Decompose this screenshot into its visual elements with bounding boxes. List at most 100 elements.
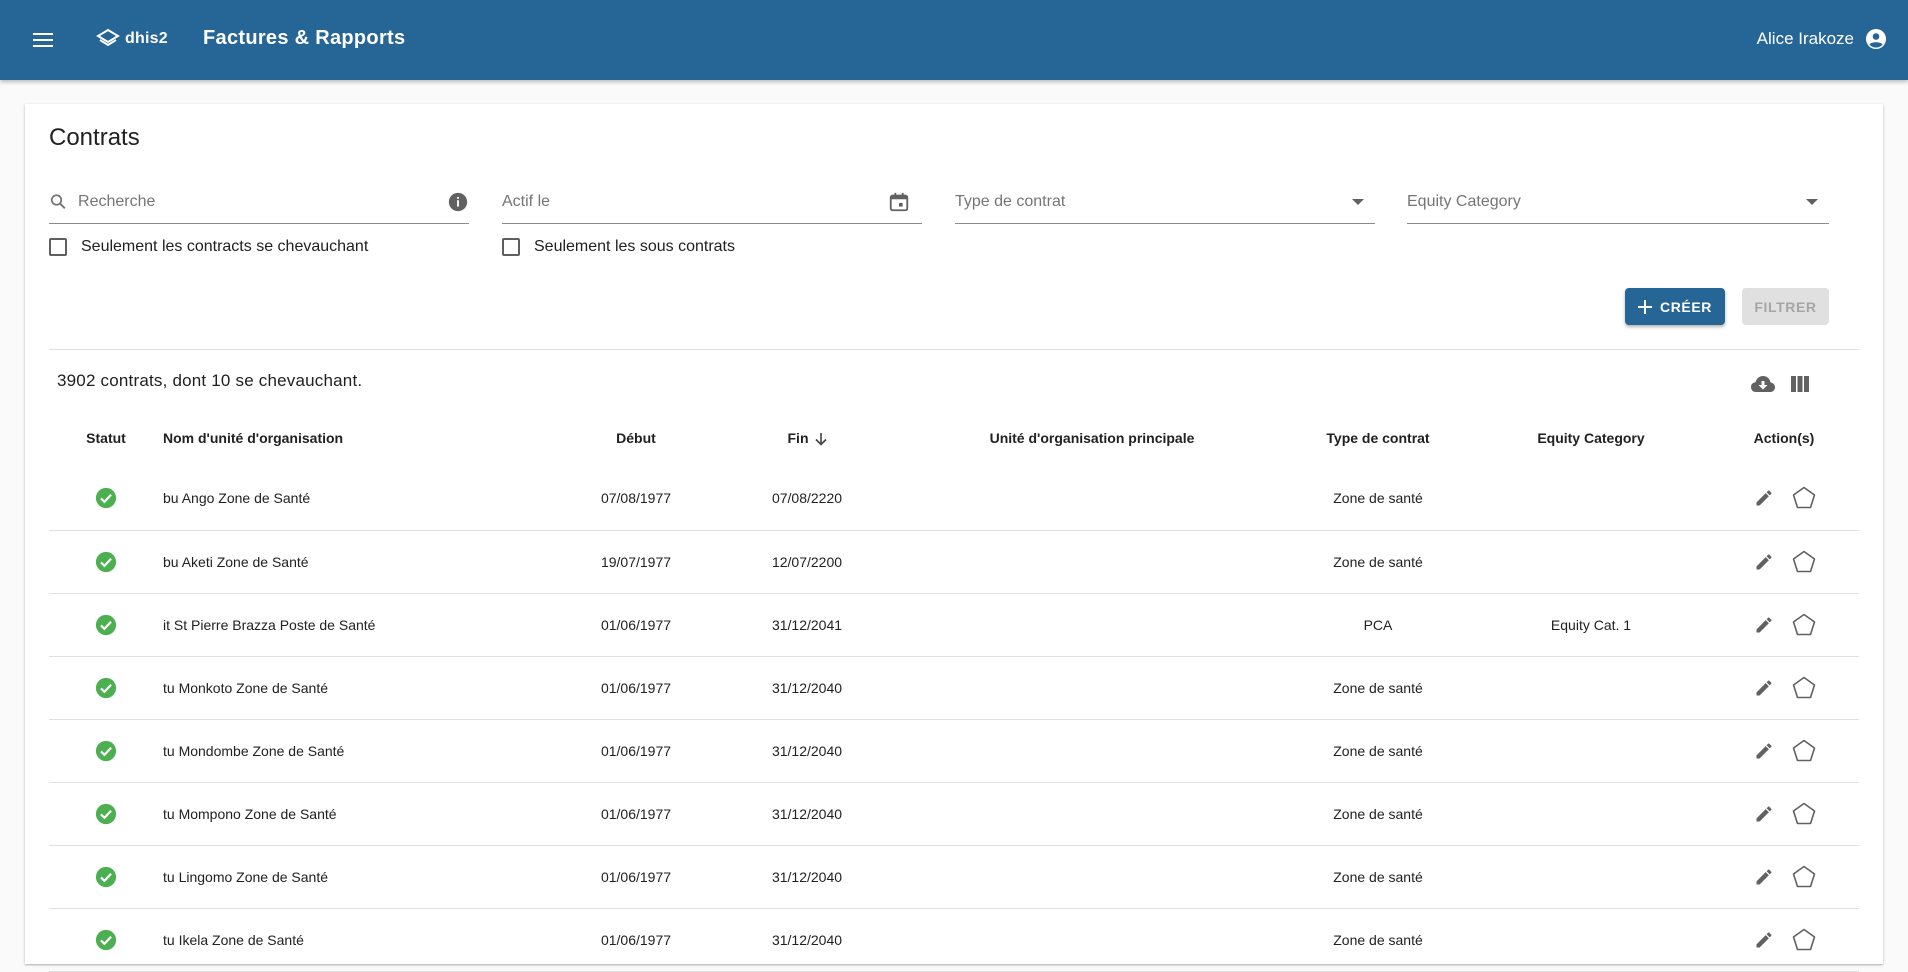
user-menu[interactable]: Alice Irakoze (1757, 27, 1888, 51)
column-header-status[interactable]: Statut (49, 409, 163, 467)
org-unit-cell[interactable]: tu Monkoto Zone de Santé (163, 656, 559, 720)
table-header-row: Statut Nom d'unité d'organisation Début … (49, 409, 1859, 467)
equity-category-select[interactable]: Equity Category (1407, 180, 1829, 224)
column-header-actions: Action(s) (1753, 430, 1815, 446)
contract-type-cell: Zone de santé (1283, 656, 1473, 720)
org-unit-cell[interactable]: tu Lingomo Zone de Santé (163, 845, 559, 909)
column-header-equity-category[interactable]: Equity Category (1473, 409, 1709, 467)
columns-button[interactable] (1786, 370, 1814, 398)
user-name: Alice Irakoze (1756, 29, 1854, 48)
pentagon-icon (1792, 865, 1816, 887)
table-body: bu Ango Zone de Santé 07/08/1977 07/08/222… (49, 467, 1859, 972)
org-unit-shape-button[interactable] (1791, 864, 1817, 890)
org-unit-shape-button[interactable] (1791, 612, 1817, 638)
edit-icon (1756, 554, 1772, 569)
org-unit-shape-button[interactable] (1791, 675, 1817, 701)
column-header-start[interactable]: Début (559, 409, 713, 467)
dhis2-logo[interactable]: dhis2 (96, 28, 168, 50)
main-org-unit-cell (901, 845, 1283, 909)
table-row[interactable]: tu Monkoto Zone de Santé 01/06/1977 31/12/… (49, 656, 1859, 720)
org-unit-cell[interactable]: bu Aketi Zone de Santé (163, 530, 559, 594)
table-row[interactable]: tu Ikela Zone de Santé 01/06/1977 31/12/20… (49, 908, 1859, 972)
table-row[interactable]: tu Mondombe Zone de Santé 01/06/1977 31/12… (49, 719, 1859, 783)
start-cell: 01/06/1977 (559, 908, 713, 972)
main-org-unit-cell (901, 467, 1283, 531)
pentagon-icon (1792, 802, 1816, 824)
checkbox-box[interactable] (49, 238, 67, 256)
check-circle-icon (95, 614, 117, 635)
download-button[interactable] (1749, 370, 1777, 398)
actions-cell (1709, 656, 1859, 720)
checkbox-box[interactable] (502, 238, 520, 256)
arrow-drop-down-icon (1806, 198, 1818, 205)
org-unit-shape-button[interactable] (1791, 738, 1817, 764)
edit-button[interactable] (1751, 675, 1777, 701)
org-unit-cell[interactable]: it St Pierre Brazza Poste de Santé (163, 593, 559, 657)
active-on-field[interactable]: Actif le (502, 180, 922, 224)
filter-button-label: FILTRER (1754, 298, 1817, 315)
end-cell: 12/07/2200 (713, 530, 901, 594)
create-button[interactable]: CRÉER (1625, 288, 1725, 325)
info-icon[interactable] (447, 191, 469, 213)
org-unit-cell[interactable]: tu Mompono Zone de Santé (163, 782, 559, 846)
org-unit-shape-button[interactable] (1791, 485, 1817, 511)
equity-category-cell (1473, 845, 1709, 909)
edit-icon (1756, 932, 1772, 947)
search-field[interactable] (49, 180, 469, 224)
table-row[interactable]: bu Aketi Zone de Santé 19/07/1977 12/07/22… (49, 530, 1859, 594)
status-cell (49, 782, 163, 846)
contracts-table: Statut Nom d'unité d'organisation Début … (49, 409, 1859, 972)
edit-button[interactable] (1751, 927, 1777, 953)
org-unit-cell[interactable]: bu Ango Zone de Santé (163, 467, 559, 531)
menu-button[interactable] (30, 27, 56, 53)
pentagon-icon (1792, 550, 1816, 572)
edit-icon (1756, 680, 1772, 695)
org-unit-shape-button[interactable] (1791, 801, 1817, 827)
table-row[interactable]: tu Lingomo Zone de Santé 01/06/1977 31/12/… (49, 845, 1859, 909)
sub-contracts-checkbox[interactable]: Seulement les sous contrats (502, 238, 735, 256)
equity-category-cell: Equity Cat. 1 (1473, 593, 1709, 657)
end-cell: 07/08/2220 (713, 467, 901, 531)
edit-button[interactable] (1751, 738, 1777, 764)
status-cell (49, 719, 163, 783)
end-cell: 31/12/2040 (713, 782, 901, 846)
status-cell (49, 530, 163, 594)
check-circle-icon (95, 488, 117, 509)
edit-button[interactable] (1751, 864, 1777, 890)
edit-button[interactable] (1751, 549, 1777, 575)
contract-type-cell: Zone de santé (1283, 467, 1473, 531)
org-unit-shape-button[interactable] (1791, 549, 1817, 575)
overlapping-checkbox[interactable]: Seulement les contracts se chevauchant (49, 238, 368, 256)
cloud-download-icon (1751, 376, 1775, 392)
calendar-icon[interactable] (888, 191, 910, 213)
filter-button[interactable]: FILTRER (1742, 288, 1829, 325)
pentagon-icon (1792, 676, 1816, 698)
edit-button[interactable] (1751, 801, 1777, 827)
search-input[interactable] (78, 192, 441, 211)
org-unit-shape-button[interactable] (1791, 927, 1817, 953)
contract-type-label: Type de contrat (955, 192, 1066, 210)
view-column-icon (1791, 376, 1809, 392)
create-button-label: CRÉER (1659, 298, 1712, 315)
dhis2-logo-icon (96, 28, 120, 47)
table-row[interactable]: tu Mompono Zone de Santé 01/06/1977 31/12/… (49, 782, 1859, 846)
column-header-main-org-unit[interactable]: Unité d'organisation principale (901, 409, 1283, 467)
contract-type-select[interactable]: Type de contrat (955, 180, 1375, 224)
org-unit-cell[interactable]: tu Mondombe Zone de Santé (163, 719, 559, 783)
column-header-end[interactable]: Fin (713, 409, 901, 467)
check-circle-icon (95, 929, 117, 950)
edit-icon (1756, 617, 1772, 632)
edit-button[interactable] (1751, 612, 1777, 638)
table-row[interactable]: bu Ango Zone de Santé 07/08/1977 07/08/222… (49, 467, 1859, 531)
column-header-contract-type[interactable]: Type de contrat (1283, 409, 1473, 467)
check-circle-icon (95, 677, 117, 698)
edit-button[interactable] (1751, 485, 1777, 511)
actions-cell (1709, 719, 1859, 783)
org-unit-cell[interactable]: tu Ikela Zone de Santé (163, 908, 559, 972)
pentagon-icon (1792, 928, 1816, 950)
check-circle-icon (95, 866, 117, 887)
table-row[interactable]: it St Pierre Brazza Poste de Santé 01/06/… (49, 593, 1859, 657)
column-header-org-unit[interactable]: Nom d'unité d'organisation (163, 409, 559, 467)
pentagon-icon (1792, 739, 1816, 761)
check-circle-icon (95, 740, 117, 761)
